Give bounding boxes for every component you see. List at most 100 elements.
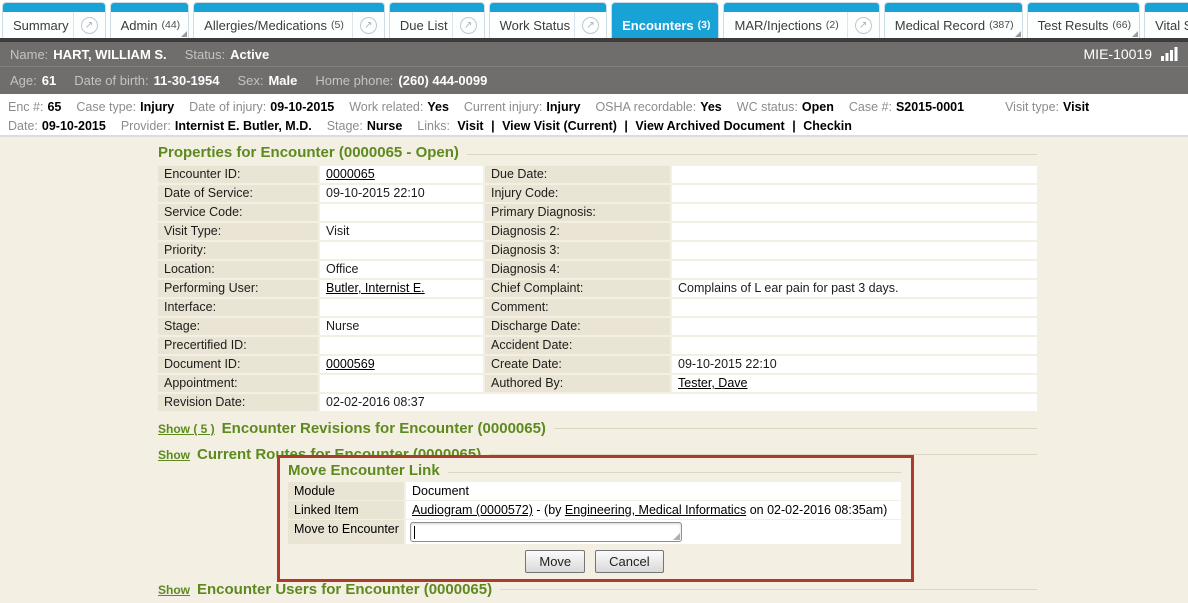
- prop-label: Stage:: [158, 318, 318, 335]
- tab-medical-record[interactable]: Medical Record (387): [884, 2, 1023, 38]
- prop-value: [672, 318, 1037, 335]
- prop-value: 0000065: [320, 166, 483, 183]
- tab-label: Test Results: [1028, 18, 1113, 33]
- tab-admin[interactable]: Admin (44): [110, 2, 190, 38]
- modal-title: Move Encounter Link: [288, 462, 440, 479]
- show-routes-link[interactable]: Show: [158, 448, 190, 462]
- patient-name: HART, WILLIAM S.: [53, 47, 166, 62]
- age-label: Age:: [10, 73, 37, 88]
- revision-date-value: 02-02-2016 08:37: [320, 394, 1037, 411]
- jump-icon[interactable]: ↗: [452, 12, 484, 38]
- tab-accent: [612, 3, 718, 12]
- provider-value: Internist E. Butler, M.D.: [175, 119, 312, 133]
- tab-work-status[interactable]: Work Status ↗: [489, 2, 608, 38]
- link-checkin[interactable]: Checkin: [803, 119, 852, 133]
- document-id-link[interactable]: 0000569: [326, 357, 375, 371]
- prop-label: Date of Service:: [158, 185, 318, 202]
- link-separator: |: [792, 119, 796, 133]
- encounter-info-band: Enc #:65 Case type:Injury Date of injury…: [0, 94, 1188, 137]
- prop-value: [320, 337, 483, 354]
- tab-accent: [885, 3, 1022, 12]
- tab-due-list[interactable]: Due List ↗: [389, 2, 485, 38]
- page-title: Properties for Encounter (0000065 - Open…: [158, 144, 459, 161]
- author-user-link[interactable]: Engineering, Medical Informatics: [565, 503, 746, 517]
- move-to-encounter-input[interactable]: [410, 522, 682, 542]
- encounter-id-link[interactable]: 0000065: [326, 167, 375, 181]
- move-button[interactable]: Move: [525, 550, 585, 573]
- prop-label: Performing User:: [158, 280, 318, 297]
- prop-label: Due Date:: [485, 166, 670, 183]
- prop-label: Revision Date:: [158, 394, 318, 411]
- tab-label: Medical Record: [885, 18, 989, 33]
- chart-stats-icon[interactable]: [1160, 47, 1178, 62]
- prop-label: Chief Complaint:: [485, 280, 670, 297]
- case-type-label: Case type:: [76, 100, 136, 114]
- tab-label: Summary: [3, 18, 73, 33]
- tab-accent: [390, 3, 484, 12]
- chart-tab-bar: Summary ↗ Admin (44) Allergies/Medicatio…: [0, 0, 1188, 38]
- prop-label: Service Code:: [158, 204, 318, 221]
- link-separator: |: [491, 119, 495, 133]
- stage-label: Stage:: [327, 119, 363, 133]
- jump-icon[interactable]: ↗: [352, 12, 384, 38]
- authored-by-link[interactable]: Tester, Dave: [678, 376, 747, 390]
- patient-status: Active: [230, 47, 269, 62]
- tab-summary[interactable]: Summary ↗: [2, 2, 106, 38]
- prop-value: [672, 166, 1037, 183]
- case-type-value: Injury: [140, 100, 174, 114]
- enc-num-label: Enc #:: [8, 100, 43, 114]
- sex-value: Male: [268, 73, 297, 88]
- phone-label: Home phone:: [315, 73, 393, 88]
- tab-encounters[interactable]: Encounters (3): [611, 2, 719, 38]
- work-related-label: Work related:: [349, 100, 423, 114]
- date-value: 09-10-2015: [42, 119, 106, 133]
- prop-value: [672, 261, 1037, 278]
- prop-value: [320, 242, 483, 259]
- tab-label: Admin: [111, 18, 162, 33]
- encounter-info-row-2: Date:09-10-2015 Provider:Internist E. Bu…: [8, 116, 1180, 135]
- dob-value: 11-30-1954: [154, 73, 220, 88]
- link-view-visit-current[interactable]: View Visit (Current): [502, 119, 617, 133]
- visit-type-label: Visit type:: [1005, 100, 1059, 114]
- jump-icon[interactable]: ↗: [73, 12, 105, 38]
- age-value: 61: [42, 73, 56, 88]
- properties-section-title: Properties for Encounter (0000065 - Open…: [158, 144, 1037, 161]
- cancel-button[interactable]: Cancel: [595, 550, 663, 573]
- tab-accent: [1145, 3, 1188, 12]
- tab-count: (5): [331, 19, 352, 31]
- jump-icon[interactable]: ↗: [847, 12, 879, 38]
- tab-label: MAR/Injections: [724, 18, 825, 33]
- tab-label: Vital Signs: [1145, 18, 1188, 33]
- prop-label: Comment:: [485, 299, 670, 316]
- status-label: Status:: [185, 47, 225, 62]
- move-to-encounter-cell: [406, 520, 901, 544]
- tab-accent: [111, 3, 189, 12]
- prop-label: Location:: [158, 261, 318, 278]
- prop-label: Create Date:: [485, 356, 670, 373]
- system-id: MIE-10019: [1084, 46, 1152, 62]
- move-to-encounter-label: Move to Encounter: [288, 520, 404, 544]
- text-caret: [414, 526, 415, 539]
- prop-value: 0000569: [320, 356, 483, 373]
- links-label: Links:: [417, 119, 450, 133]
- show-revisions-link[interactable]: Show ( 5 ): [158, 422, 215, 436]
- tab-vital-signs[interactable]: Vital Signs ↗: [1144, 2, 1188, 38]
- audiogram-document-link[interactable]: Audiogram (0000572): [412, 503, 533, 517]
- prop-value: [672, 204, 1037, 221]
- link-view-archived-document[interactable]: View Archived Document: [635, 119, 784, 133]
- link-visit[interactable]: Visit: [457, 119, 483, 133]
- show-users-link[interactable]: Show: [158, 583, 190, 597]
- prop-label: Priority:: [158, 242, 318, 259]
- jump-icon[interactable]: ↗: [574, 12, 606, 38]
- performing-user-link[interactable]: Butler, Internist E.: [326, 281, 425, 295]
- tab-test-results[interactable]: Test Results (66): [1027, 2, 1141, 38]
- prop-value: 09-10-2015 22:10: [672, 356, 1037, 373]
- prop-value: [672, 185, 1037, 202]
- tab-mar-injections[interactable]: MAR/Injections (2) ↗: [723, 2, 879, 38]
- tab-allergies-medications[interactable]: Allergies/Medications (5) ↗: [193, 2, 385, 38]
- tab-label: Encounters: [612, 18, 698, 33]
- prop-value: [320, 375, 483, 392]
- tab-accent: [1028, 3, 1140, 12]
- prop-label: Primary Diagnosis:: [485, 204, 670, 221]
- prop-label: Interface:: [158, 299, 318, 316]
